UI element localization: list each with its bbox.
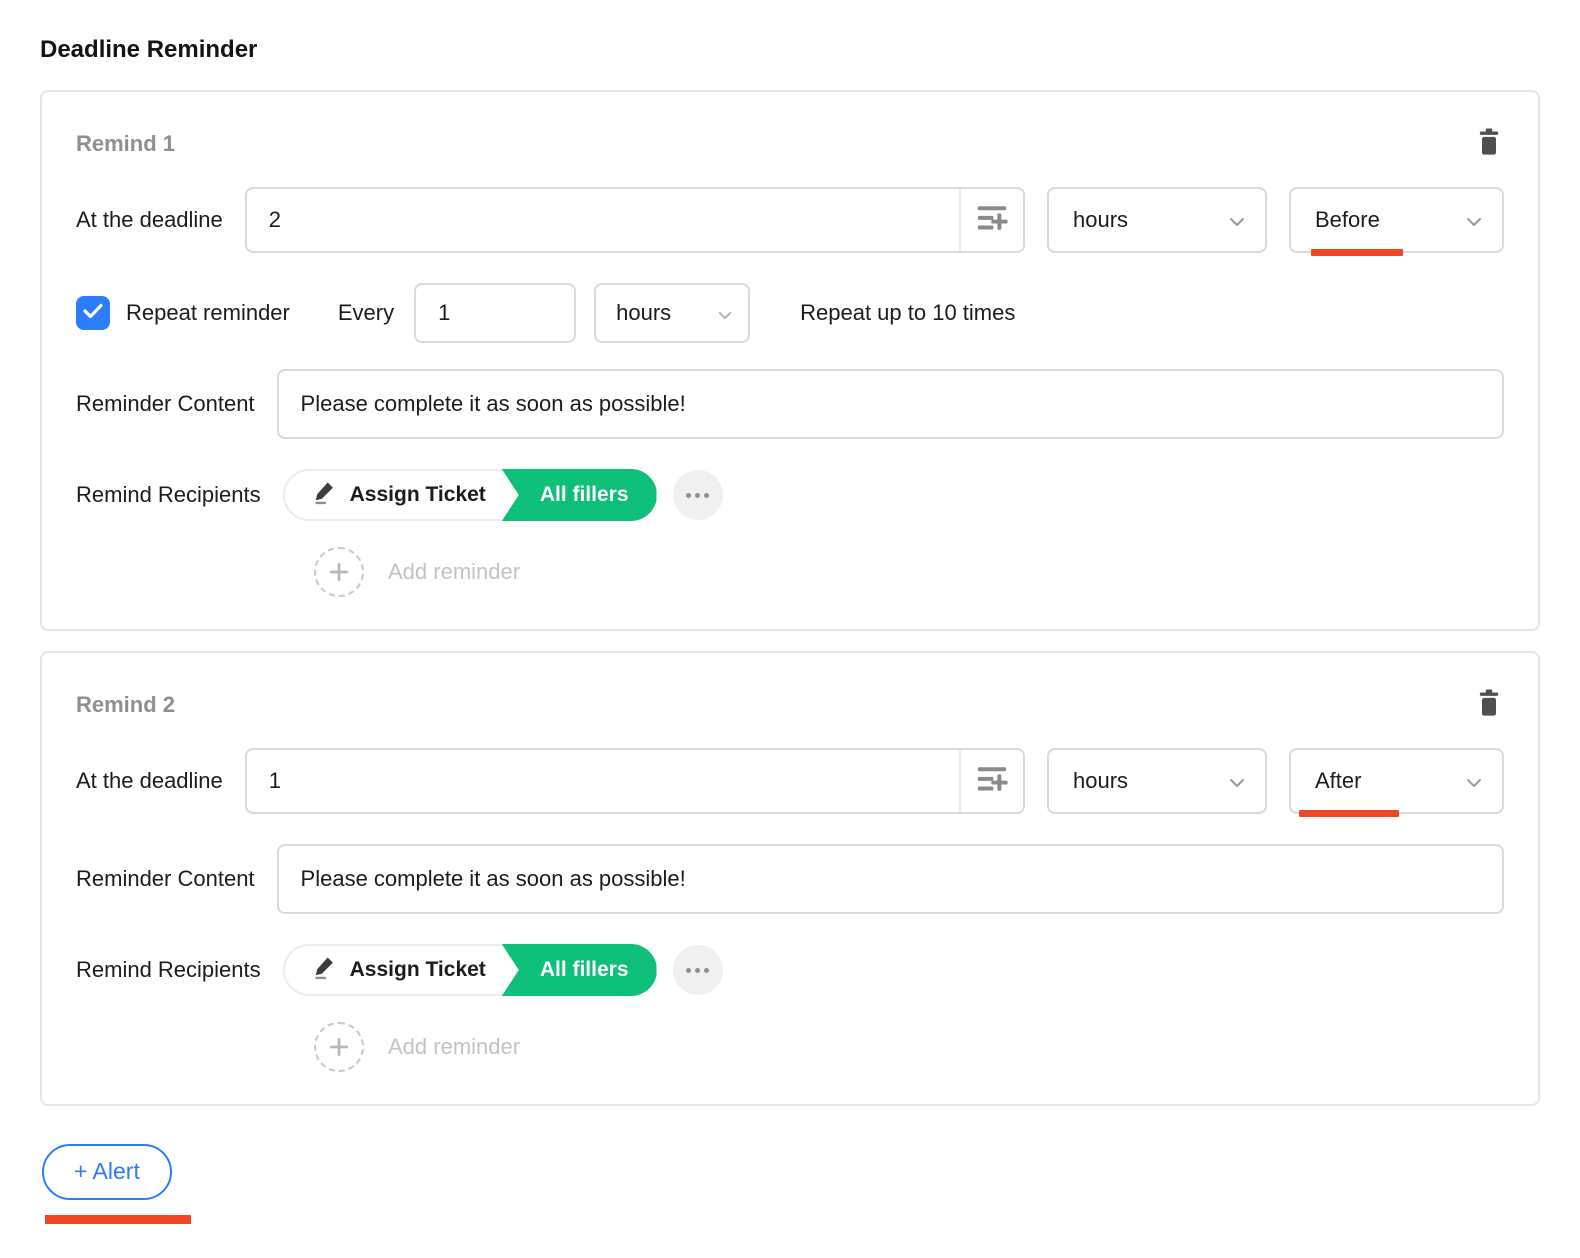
selected-direction: Before — [1315, 207, 1380, 233]
repeat-interval-input[interactable] — [414, 283, 576, 343]
plus-circle-icon — [314, 547, 364, 597]
recipient-tag-label: Assign Ticket — [350, 958, 486, 982]
annotation-underline — [45, 1215, 191, 1224]
annotation-underline — [1311, 249, 1403, 256]
recipients-row: Remind Recipients Assign Ticket All fill… — [76, 944, 1504, 996]
recipient-tag-label: Assign Ticket — [350, 483, 486, 507]
repeat-label: Repeat reminder — [126, 300, 290, 326]
add-reminder-button[interactable]: Add reminder — [314, 547, 1504, 597]
delete-reminder-button[interactable] — [1474, 687, 1504, 722]
more-options-button[interactable] — [673, 945, 723, 995]
add-to-list-icon — [975, 202, 1009, 239]
deadline-row: At the deadline hours — [76, 187, 1504, 253]
reminder-card-2: Remind 2 At the deadline — [40, 651, 1540, 1106]
page-title: Deadline Reminder — [40, 36, 1540, 64]
every-label: Every — [338, 300, 394, 326]
add-reminder-label: Add reminder — [388, 1034, 520, 1060]
deadline-row: At the deadline hours — [76, 748, 1504, 814]
reminder-card-1: Remind 1 At the deadline — [40, 90, 1540, 631]
add-to-list-icon — [975, 763, 1009, 800]
deadline-input-group — [245, 748, 1025, 814]
repeat-limit-note: Repeat up to 10 times — [800, 300, 1015, 326]
add-reminder-button[interactable]: Add reminder — [314, 1022, 1504, 1072]
edit-pencil-icon — [311, 479, 337, 511]
deadline-direction-select[interactable]: After — [1289, 748, 1504, 814]
add-alert-button[interactable]: + Alert — [42, 1144, 172, 1200]
recipient-scope-badge[interactable]: All fillers — [502, 944, 657, 996]
content-label: Reminder Content — [76, 866, 255, 892]
card-header: Remind 2 — [76, 687, 1504, 722]
deadline-unit-select[interactable]: hours — [1047, 748, 1267, 814]
ellipsis-icon — [686, 968, 709, 973]
chevron-down-icon — [1229, 768, 1245, 794]
insert-field-button[interactable] — [959, 750, 1023, 812]
deadline-label: At the deadline — [76, 207, 223, 233]
selected-unit: hours — [1073, 768, 1128, 794]
repeat-unit-select[interactable]: hours — [594, 283, 750, 343]
selected-direction: After — [1315, 768, 1361, 794]
deadline-label: At the deadline — [76, 768, 223, 794]
recipients-label: Remind Recipients — [76, 957, 261, 983]
content-label: Reminder Content — [76, 391, 255, 417]
repeat-row: Repeat reminder Every hours Repeat up to… — [76, 283, 1504, 343]
deadline-reminder-panel: Deadline Reminder Remind 1 At the deadli… — [0, 0, 1580, 1224]
reminder-title: Remind 2 — [76, 692, 175, 718]
deadline-direction-select[interactable]: Before — [1289, 187, 1504, 253]
recipient-tag-name[interactable]: Assign Ticket — [283, 469, 534, 521]
check-icon — [83, 303, 103, 324]
plus-circle-icon — [314, 1022, 364, 1072]
recipient-scope-badge[interactable]: All fillers — [502, 469, 657, 521]
repeat-checkbox[interactable] — [76, 296, 110, 330]
edit-pencil-icon — [311, 954, 337, 986]
panel-footer: + Alert — [42, 1144, 1540, 1224]
more-options-button[interactable] — [673, 470, 723, 520]
annotation-underline — [1299, 810, 1399, 817]
recipient-tag[interactable]: Assign Ticket All fillers — [283, 944, 657, 996]
selected-unit: hours — [1073, 207, 1128, 233]
content-row: Reminder Content — [76, 369, 1504, 439]
card-header: Remind 1 — [76, 126, 1504, 161]
deadline-unit-select[interactable]: hours — [1047, 187, 1267, 253]
deadline-value-input[interactable] — [247, 750, 959, 812]
selected-repeat-unit: hours — [616, 300, 671, 326]
chevron-down-icon — [718, 300, 732, 326]
recipients-label: Remind Recipients — [76, 482, 261, 508]
trash-icon — [1476, 689, 1502, 720]
reminder-title: Remind 1 — [76, 131, 175, 157]
trash-icon — [1476, 128, 1502, 159]
deadline-value-input[interactable] — [247, 189, 959, 251]
content-row: Reminder Content — [76, 844, 1504, 914]
recipient-tag-name[interactable]: Assign Ticket — [283, 944, 534, 996]
chevron-down-icon — [1229, 207, 1245, 233]
delete-reminder-button[interactable] — [1474, 126, 1504, 161]
reminder-content-input[interactable] — [277, 369, 1504, 439]
recipients-row: Remind Recipients Assign Ticket All fill… — [76, 469, 1504, 521]
recipient-tag[interactable]: Assign Ticket All fillers — [283, 469, 657, 521]
reminder-content-input[interactable] — [277, 844, 1504, 914]
chevron-down-icon — [1466, 207, 1482, 233]
ellipsis-icon — [686, 493, 709, 498]
add-reminder-label: Add reminder — [388, 559, 520, 585]
chevron-down-icon — [1466, 768, 1482, 794]
insert-field-button[interactable] — [959, 189, 1023, 251]
deadline-input-group — [245, 187, 1025, 253]
